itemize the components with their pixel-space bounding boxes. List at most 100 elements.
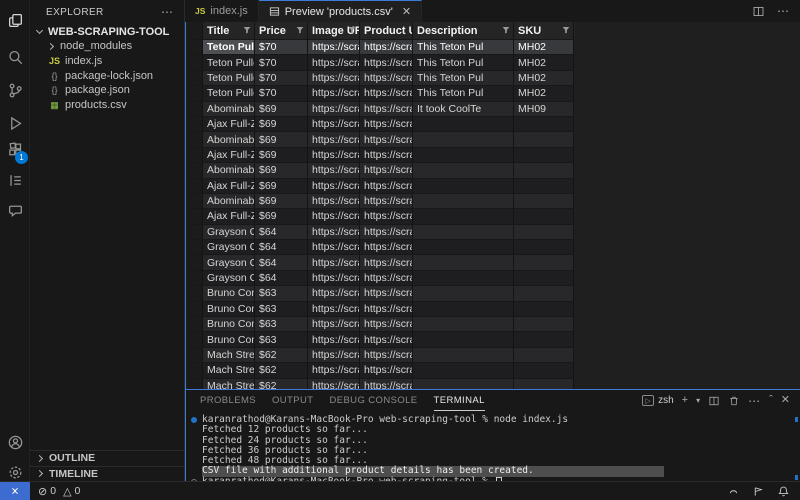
table-cell[interactable]: Abominable H [203,132,255,147]
table-cell[interactable] [514,240,574,255]
table-cell[interactable] [413,194,514,209]
tree-root-folder[interactable]: WEB-SCRAPING-TOOL [30,24,184,39]
table-cell[interactable]: https://scrapin [308,163,360,178]
split-editor-icon[interactable] [752,5,765,18]
table-cell[interactable]: https://scrapin [308,148,360,163]
table-cell[interactable]: $69 [255,132,308,147]
row-handle[interactable] [187,102,203,117]
row-handle[interactable] [187,55,203,70]
table-cell[interactable]: https://scrapin [360,71,413,86]
filter-icon[interactable] [243,26,251,34]
row-handle[interactable] [187,163,203,178]
problems-status[interactable]: ⊘ 0 △ 0 [38,485,80,498]
table-cell[interactable] [514,348,574,363]
table-cell[interactable]: $63 [255,317,308,332]
table-cell[interactable]: https://scrapin [308,55,360,70]
table-cell[interactable]: Abominable H [203,102,255,117]
row-handle[interactable] [187,317,203,332]
tab-index-js[interactable]: JS index.js [185,0,259,22]
table-cell[interactable]: https://scrapin [360,302,413,317]
column-header-price[interactable]: Price [255,22,308,40]
table-cell[interactable]: https://scrapin [308,179,360,194]
table-cell[interactable]: https://scrapin [360,179,413,194]
table-cell[interactable] [413,379,514,389]
table-cell[interactable] [413,302,514,317]
table-cell[interactable]: $62 [255,363,308,378]
table-cell[interactable]: https://scrapin [360,271,413,286]
table-cell[interactable]: https://scrapin [308,240,360,255]
table-cell[interactable]: Mach Street S [203,348,255,363]
tree-item-index.js[interactable]: JSindex.js [30,54,184,69]
table-cell[interactable]: Grayson Crew [203,271,255,286]
table-cell[interactable] [514,163,574,178]
table-cell[interactable] [514,302,574,317]
row-handle[interactable] [187,255,203,270]
table-cell[interactable]: https://scrapin [308,209,360,224]
table-cell[interactable]: $70 [255,71,308,86]
split-terminal-icon[interactable] [708,395,720,407]
table-cell[interactable]: https://scrapin [308,255,360,270]
panel-tab-debug-console[interactable]: DEBUG CONSOLE [329,390,417,411]
table-cell[interactable] [413,209,514,224]
table-cell[interactable]: https://scrapin [308,194,360,209]
table-cell[interactable]: $64 [255,225,308,240]
editor-more-icon[interactable]: ⋯ [777,4,790,18]
table-cell[interactable]: Ajax Full-Zip S [203,117,255,132]
row-handle[interactable] [187,71,203,86]
table-cell[interactable]: Teton Pullover [203,55,255,70]
table-cell[interactable]: $69 [255,102,308,117]
table-cell[interactable]: https://scrapin [360,348,413,363]
account-icon[interactable] [0,428,30,456]
table-cell[interactable]: This Teton Pul [413,40,514,55]
panel-tab-output[interactable]: OUTPUT [272,390,313,411]
table-cell[interactable]: https://scrapin [360,332,413,347]
table-cell[interactable]: This Teton Pul [413,55,514,70]
table-cell[interactable]: $69 [255,117,308,132]
table-cell[interactable]: https://scrapin [360,86,413,101]
table-cell[interactable] [514,363,574,378]
row-handle[interactable] [187,363,203,378]
list-tree-icon[interactable] [0,166,30,194]
table-cell[interactable]: $64 [255,240,308,255]
column-header-image-url[interactable]: Image URL [308,22,360,40]
status-arc-icon[interactable] [727,485,740,498]
table-cell[interactable]: https://scrapin [308,117,360,132]
table-cell[interactable]: Bruno Compet [203,317,255,332]
table-cell[interactable]: Ajax Full-Zip S [203,209,255,224]
panel-more-icon[interactable]: ⋯ [748,394,761,408]
table-cell[interactable]: https://scrapin [308,86,360,101]
row-handle[interactable] [187,332,203,347]
table-cell[interactable]: Mach Street S [203,363,255,378]
row-handle[interactable] [187,302,203,317]
table-cell[interactable] [413,348,514,363]
row-handle[interactable] [187,225,203,240]
table-cell[interactable] [514,148,574,163]
table-cell[interactable] [413,271,514,286]
table-cell[interactable] [514,179,574,194]
shell-selector[interactable]: ▷ zsh [642,395,674,406]
table-cell[interactable]: This Teton Pul [413,71,514,86]
table-cell[interactable]: https://scrapin [308,71,360,86]
table-cell[interactable]: Bruno Compet [203,286,255,301]
table-cell[interactable] [413,225,514,240]
table-cell[interactable]: https://scrapin [308,332,360,347]
table-cell[interactable] [514,332,574,347]
table-cell[interactable] [514,286,574,301]
table-cell[interactable]: https://scrapin [308,379,360,389]
row-handle[interactable] [187,348,203,363]
table-cell[interactable]: https://scrapin [360,163,413,178]
table-cell[interactable]: https://scrapin [360,317,413,332]
table-cell[interactable]: MH02 [514,71,574,86]
table-cell[interactable] [514,255,574,270]
table-cell[interactable]: MH02 [514,55,574,70]
table-cell[interactable]: $70 [255,40,308,55]
table-cell[interactable]: $69 [255,179,308,194]
table-cell[interactable] [413,240,514,255]
table-cell[interactable]: $64 [255,271,308,286]
table-cell[interactable]: https://scrapin [308,348,360,363]
column-header-product-url[interactable]: Product URL [360,22,413,40]
chat-icon[interactable] [0,196,30,224]
table-cell[interactable]: https://scrapin [360,117,413,132]
row-handle[interactable] [187,132,203,147]
table-cell[interactable]: Teton Pullover [203,40,255,55]
